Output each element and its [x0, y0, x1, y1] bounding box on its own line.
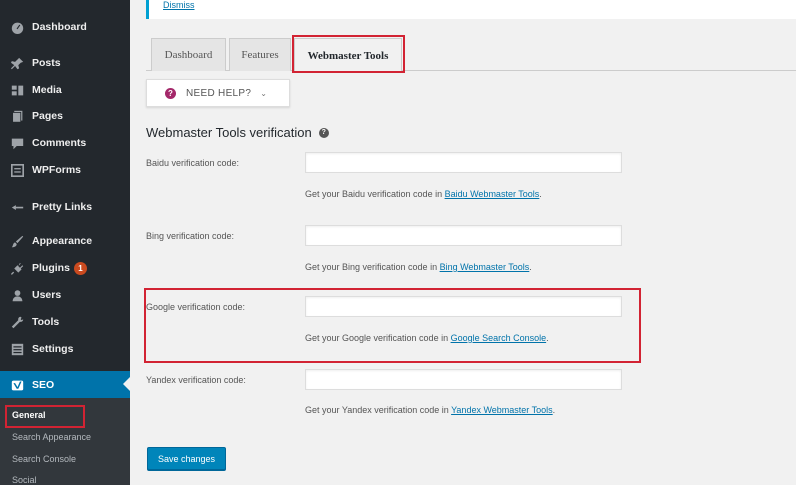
bing-webmaster-tools-link[interactable]: Bing Webmaster Tools: [440, 262, 530, 272]
yandex-webmaster-tools-link[interactable]: Yandex Webmaster Tools: [451, 405, 553, 415]
bing-help-text: Get your Bing verification code in Bing …: [305, 262, 532, 272]
admin-notice: Dismiss: [146, 0, 796, 19]
google-desc-text: Get your Google verification code in: [305, 333, 451, 343]
tab-dashboard[interactable]: Dashboard: [151, 38, 226, 71]
sidebar-item-tools[interactable]: Tools: [0, 309, 130, 335]
sidebar-item-label: Media: [32, 84, 62, 96]
tab-features[interactable]: Features: [229, 38, 291, 71]
baidu-verification-input[interactable]: [305, 152, 622, 173]
sidebar-item-label: Tools: [32, 316, 60, 328]
yoast-seo-icon: [11, 379, 24, 392]
dashboard-icon: [11, 21, 24, 34]
sidebar-item-pretty-links[interactable]: Pretty Links: [0, 194, 130, 220]
sidebar-item-settings[interactable]: Settings: [0, 336, 130, 362]
page-title: Webmaster Tools verification: [146, 125, 312, 140]
sidebar-item-users[interactable]: Users: [0, 282, 130, 308]
pretty-links-icon: [11, 201, 24, 214]
wpforms-icon: [11, 163, 24, 177]
bing-desc-text: Get your Bing verification code in: [305, 262, 440, 272]
chevron-down-icon: ⌄: [260, 88, 267, 98]
sidebar-item-comments[interactable]: Comments: [0, 130, 130, 156]
users-icon: [11, 289, 24, 302]
yandex-desc-text: Get your Yandex verification code in: [305, 405, 452, 415]
submenu-item-general[interactable]: General: [12, 410, 46, 420]
seo-submenu: General Search Appearance Search Console…: [0, 398, 130, 485]
plugins-update-badge: 1: [73, 261, 87, 275]
media-icon: [11, 84, 24, 97]
sidebar-item-label: Posts: [32, 57, 61, 69]
appearance-icon: [11, 235, 24, 248]
google-search-console-link[interactable]: Google Search Console: [451, 333, 547, 343]
sidebar-item-label: Users: [32, 289, 62, 301]
submenu-item-search-console[interactable]: Search Console: [12, 454, 76, 464]
yandex-help-text: Get your Yandex verification code in Yan…: [305, 405, 555, 415]
section-heading: Webmaster Tools verification ?: [146, 125, 329, 140]
baidu-label: Baidu verification code:: [146, 158, 240, 168]
google-label: Google verification code:: [146, 302, 246, 312]
sidebar-item-plugins[interactable]: Plugins 1: [0, 255, 130, 281]
pages-icon: [11, 110, 24, 123]
baidu-desc-text: Get your Baidu verification code in: [305, 189, 445, 199]
sidebar-item-label: Pretty Links: [32, 201, 93, 213]
sidebar-item-posts[interactable]: Posts: [0, 50, 130, 76]
pin-icon: [11, 57, 24, 70]
sidebar-item-label: Dashboard: [32, 21, 87, 33]
save-changes-button[interactable]: Save changes: [147, 447, 226, 470]
comments-icon: [11, 137, 24, 150]
bing-verification-input[interactable]: [305, 225, 622, 246]
google-verification-input[interactable]: [305, 296, 622, 317]
sidebar-item-seo[interactable]: SEO: [0, 371, 130, 399]
sidebar-item-label: Pages: [32, 110, 63, 122]
yandex-label: Yandex verification code:: [146, 375, 246, 385]
yandex-verification-input[interactable]: [305, 369, 622, 390]
admin-sidebar: Dashboard Posts Media Pages Comments WPF…: [0, 0, 130, 485]
sidebar-item-media[interactable]: Media: [0, 77, 130, 103]
info-icon[interactable]: ?: [318, 127, 329, 138]
sidebar-item-label: Appearance: [32, 235, 93, 247]
need-help-button[interactable]: ? NEED HELP? ⌄: [146, 79, 290, 107]
sidebar-item-dashboard[interactable]: Dashboard: [0, 14, 130, 40]
baidu-desc-suffix: .: [539, 189, 542, 199]
submenu-item-social[interactable]: Social: [12, 475, 37, 485]
plugins-icon: [11, 262, 24, 275]
baidu-webmaster-tools-link[interactable]: Baidu Webmaster Tools: [445, 189, 540, 199]
submenu-item-search-appearance[interactable]: Search Appearance: [12, 432, 91, 442]
sidebar-item-label: Settings: [32, 343, 74, 355]
google-help-text: Get your Google verification code in Goo…: [305, 333, 549, 343]
sidebar-item-pages[interactable]: Pages: [0, 103, 130, 129]
google-desc-suffix: .: [546, 333, 549, 343]
bing-desc-suffix: .: [529, 262, 532, 272]
sidebar-item-wpforms[interactable]: WPForms: [0, 157, 130, 183]
sidebar-item-label: Plugins: [32, 262, 70, 274]
bing-label: Bing verification code:: [146, 231, 235, 241]
tab-webmaster-tools[interactable]: Webmaster Tools: [294, 38, 402, 72]
settings-icon: [11, 343, 24, 356]
question-icon: ?: [165, 87, 176, 99]
yandex-desc-suffix: .: [552, 405, 556, 415]
baidu-help-text: Get your Baidu verification code in Baid…: [305, 189, 542, 199]
sidebar-item-label: WPForms: [32, 164, 82, 176]
tools-icon: [11, 316, 24, 329]
sidebar-item-label: Comments: [32, 137, 87, 149]
notice-dismiss-link[interactable]: Dismiss: [163, 0, 195, 10]
sidebar-item-appearance[interactable]: Appearance: [0, 228, 130, 254]
sidebar-item-label: SEO: [32, 379, 55, 391]
need-help-label: NEED HELP?: [186, 87, 252, 99]
